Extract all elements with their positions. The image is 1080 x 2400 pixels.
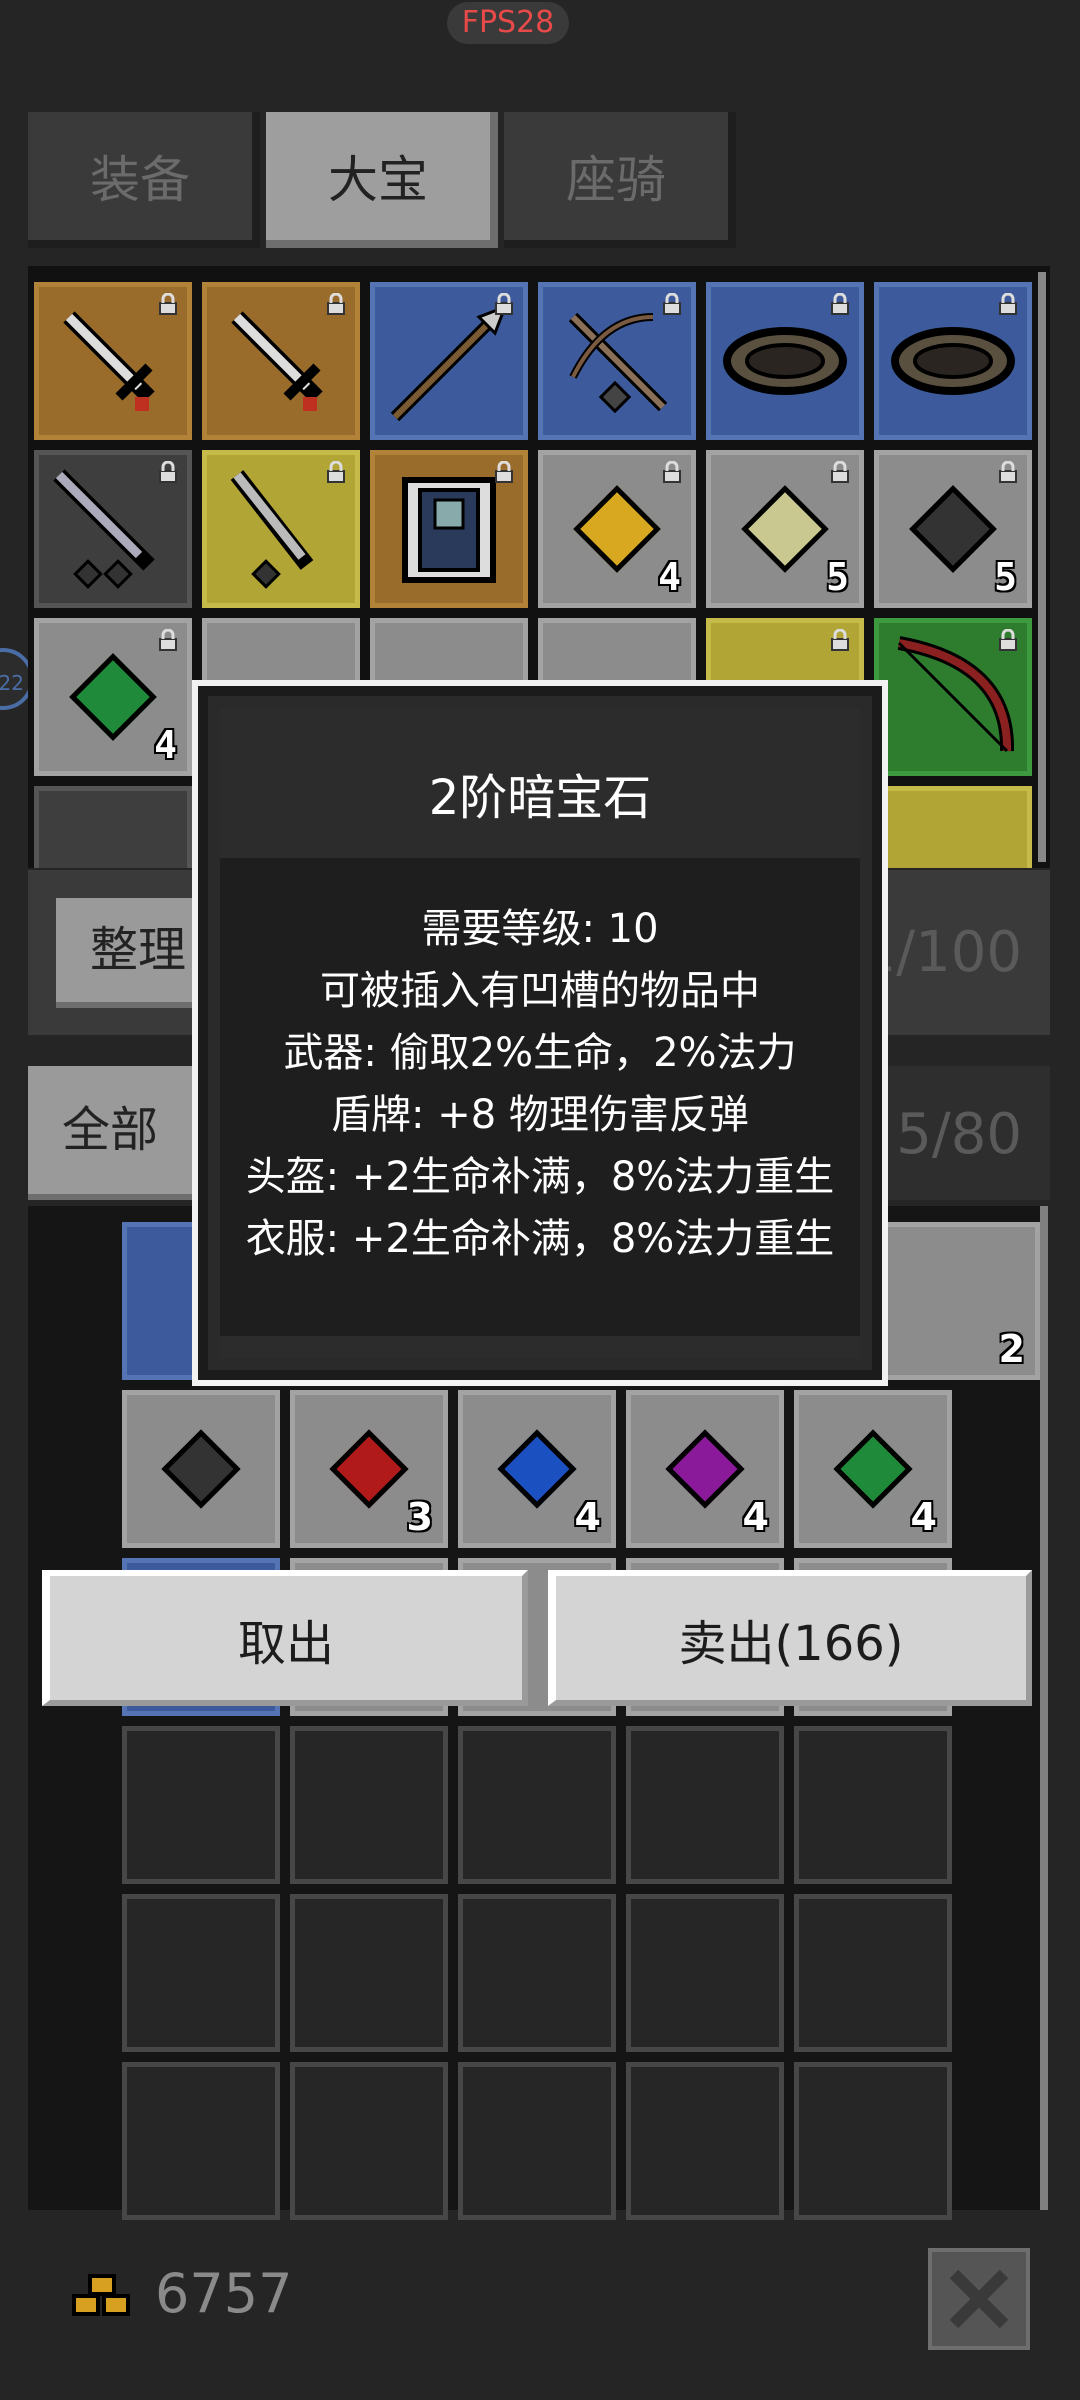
lock-icon bbox=[663, 293, 681, 315]
item-count: 3 bbox=[406, 1495, 433, 1539]
inventory-slot[interactable] bbox=[626, 1894, 784, 2052]
blue-gem-icon bbox=[497, 1429, 577, 1509]
inventory-slot[interactable] bbox=[122, 1726, 280, 1884]
dark-gem-icon bbox=[161, 1429, 241, 1509]
close-icon bbox=[949, 2269, 1009, 2329]
lock-icon bbox=[327, 293, 345, 315]
lock-icon bbox=[159, 629, 177, 651]
storage-slot[interactable] bbox=[874, 786, 1032, 868]
inventory-slot[interactable] bbox=[458, 1726, 616, 1884]
close-button[interactable] bbox=[928, 2248, 1030, 2350]
inventory-slot[interactable] bbox=[458, 2062, 616, 2220]
dark-gem-icon bbox=[909, 485, 997, 573]
required-level: 需要等级: 10 bbox=[421, 906, 659, 952]
inventory-slot[interactable]: 4 bbox=[626, 1390, 784, 1548]
weapon-bonus: 武器: 偷取2%生命，2%法力 bbox=[283, 1030, 797, 1076]
inventory-count: 5/80 bbox=[896, 1102, 1022, 1167]
storage-slot[interactable] bbox=[34, 282, 192, 440]
item-count: 4 bbox=[574, 1495, 601, 1539]
inventory-slot[interactable] bbox=[626, 2062, 784, 2220]
storage-slot[interactable]: 4 bbox=[34, 618, 192, 776]
lock-icon bbox=[999, 629, 1017, 651]
tab-equipment[interactable]: 装备 bbox=[28, 112, 260, 248]
socket-info: 可被插入有凹槽的物品中 bbox=[320, 968, 760, 1014]
take-out-button[interactable]: 取出 bbox=[42, 1570, 528, 1706]
inventory-slot[interactable] bbox=[794, 2062, 952, 2220]
lock-icon bbox=[159, 293, 177, 315]
green-gem-icon bbox=[69, 653, 157, 741]
pale-gem-icon bbox=[741, 485, 829, 573]
lock-icon bbox=[831, 293, 849, 315]
storage-slot[interactable] bbox=[538, 282, 696, 440]
item-stats: 需要等级: 10 可被插入有凹槽的物品中 武器: 偷取2%生命，2%法力 盾牌:… bbox=[220, 898, 860, 1270]
gold-amount: 6757 bbox=[155, 2262, 293, 2325]
inventory-slot[interactable]: 2 bbox=[882, 1222, 1040, 1380]
lock-icon bbox=[831, 629, 849, 651]
item-detail-dialog: 2阶暗宝石 需要等级: 10 可被插入有凹槽的物品中 武器: 偷取2%生命，2%… bbox=[192, 680, 888, 1386]
item-count: 4 bbox=[910, 1495, 937, 1539]
inventory-slot[interactable] bbox=[290, 1726, 448, 1884]
shield-bonus: 盾牌: +8 物理伤害反弹 bbox=[331, 1092, 749, 1138]
storage-scrollbar[interactable] bbox=[1038, 272, 1046, 862]
lock-icon bbox=[663, 461, 681, 483]
inventory-slot[interactable] bbox=[794, 1894, 952, 2052]
dialog-body: 2阶暗宝石 需要等级: 10 可被插入有凹槽的物品中 武器: 偷取2%生命，2%… bbox=[208, 696, 872, 1370]
helmet-bonus: 头盔: +2生命补满，8%法力重生 bbox=[245, 1154, 835, 1200]
filter-all-button[interactable]: 全部 bbox=[28, 1066, 198, 1200]
lock-icon bbox=[999, 293, 1017, 315]
inventory-slot[interactable] bbox=[122, 1894, 280, 2052]
inventory-slot[interactable] bbox=[794, 1726, 952, 1884]
storage-slot[interactable] bbox=[706, 282, 864, 440]
storage-slot[interactable]: 5 bbox=[706, 450, 864, 608]
inventory-slot[interactable] bbox=[626, 1726, 784, 1884]
item-count: 2 bbox=[998, 1327, 1025, 1371]
item-name: 2阶暗宝石 bbox=[428, 770, 652, 826]
inventory-slot[interactable]: 4 bbox=[458, 1390, 616, 1548]
gold-gem-icon bbox=[573, 485, 661, 573]
lock-icon bbox=[831, 461, 849, 483]
storage-slot[interactable] bbox=[370, 282, 528, 440]
green-gem-icon bbox=[833, 1429, 913, 1509]
purple-gem-icon bbox=[665, 1429, 745, 1509]
item-count: 4 bbox=[154, 723, 177, 767]
item-count: 5 bbox=[994, 555, 1017, 599]
storage-slot[interactable] bbox=[202, 450, 360, 608]
storage-slot[interactable] bbox=[874, 618, 1032, 776]
gold-coins-icon bbox=[72, 2274, 130, 2316]
storage-slot[interactable] bbox=[34, 786, 192, 868]
item-count: 4 bbox=[658, 555, 681, 599]
armor-bonus: 衣服: +2生命补满，8%法力重生 bbox=[245, 1216, 835, 1262]
red-gem-icon bbox=[329, 1429, 409, 1509]
storage-slot[interactable]: 4 bbox=[538, 450, 696, 608]
item-count: 4 bbox=[742, 1495, 769, 1539]
dialog-footer bbox=[220, 1336, 860, 1358]
inventory-slot[interactable]: 3 bbox=[290, 1390, 448, 1548]
tab-mount[interactable]: 座骑 bbox=[504, 112, 736, 248]
lock-icon bbox=[159, 461, 177, 483]
inventory-slot[interactable] bbox=[122, 2062, 280, 2220]
fps-counter: FPS28 bbox=[447, 2, 569, 44]
inventory-slot[interactable] bbox=[290, 2062, 448, 2220]
sell-button[interactable]: 卖出(166) bbox=[548, 1570, 1032, 1706]
storage-slot[interactable] bbox=[874, 282, 1032, 440]
inventory-slot[interactable]: 4 bbox=[794, 1390, 952, 1548]
tab-treasure[interactable]: 大宝 bbox=[266, 112, 498, 248]
storage-slot[interactable] bbox=[202, 282, 360, 440]
lock-icon bbox=[495, 461, 513, 483]
inventory-slot[interactable] bbox=[290, 1894, 448, 2052]
inventory-slot[interactable] bbox=[122, 1390, 280, 1548]
lock-icon bbox=[327, 461, 345, 483]
lock-icon bbox=[495, 293, 513, 315]
inventory-slot[interactable] bbox=[458, 1894, 616, 2052]
lock-icon bbox=[999, 461, 1017, 483]
storage-slot[interactable] bbox=[370, 450, 528, 608]
item-count: 5 bbox=[826, 555, 849, 599]
storage-slot[interactable] bbox=[34, 450, 192, 608]
storage-slot[interactable]: 5 bbox=[874, 450, 1032, 608]
dialog-header: 2阶暗宝石 bbox=[220, 708, 860, 858]
